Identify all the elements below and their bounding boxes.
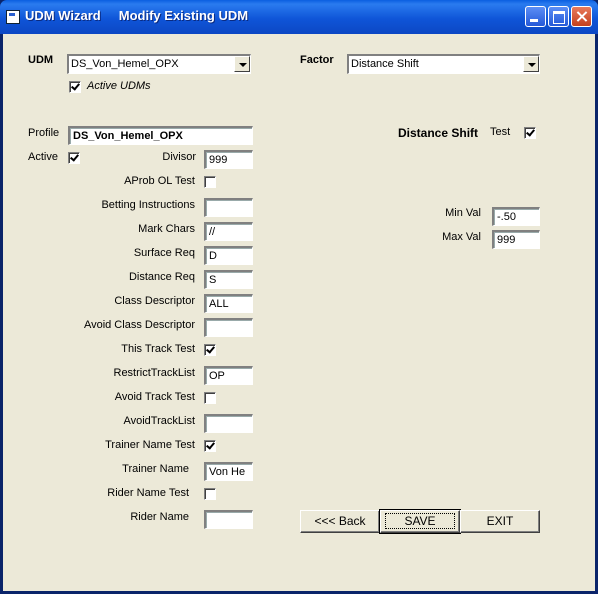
min-val-label: Min Val [445,207,481,219]
save-button[interactable]: SAVE [379,509,461,534]
aprob-ol-test-checkbox[interactable] [204,176,216,188]
rider-name-test-label: Rider Name Test [107,487,189,499]
active-label: Active [28,151,58,163]
factor-selected-value: Distance Shift [351,58,419,70]
back-button[interactable]: <<< Back [300,510,380,533]
factor-test-checkbox[interactable] [524,127,536,139]
avoid-track-list-label: AvoidTrackList [123,415,195,427]
title-bar[interactable]: UDM Wizard Modify Existing UDM [0,0,598,34]
rider-name-test-checkbox[interactable] [204,488,216,500]
min-val-input[interactable]: -.50 [492,207,540,226]
maximize-button[interactable] [548,6,569,27]
trainer-name-test-label: Trainer Name Test [105,439,195,451]
udm-selected-value: DS_Von_Hemel_OPX [71,58,179,70]
udm-label: UDM [28,54,54,66]
distance-req-input[interactable]: S [204,270,253,289]
restrict-track-list-input[interactable]: OP [204,366,253,385]
betting-instructions-label: Betting Instructions [101,199,195,211]
mark-chars-input[interactable]: // [204,222,253,241]
class-descriptor-label: Class Descriptor [114,295,195,307]
trainer-name-test-checkbox[interactable] [204,440,216,452]
minimize-button[interactable] [525,6,546,27]
trainer-name-label: Trainer Name [122,463,189,475]
trainer-name-input[interactable]: Von He [204,462,253,481]
divisor-label: Divisor [162,151,196,163]
profile-input[interactable]: DS_Von_Hemel_OPX [68,126,253,145]
rider-name-input[interactable] [204,510,253,529]
avoid-class-descriptor-input[interactable] [204,318,253,337]
exit-button[interactable]: EXIT [460,510,540,533]
chevron-down-icon[interactable] [523,56,539,72]
avoid-track-list-input[interactable] [204,414,253,433]
save-button-label: SAVE [385,513,455,529]
udm-wizard-window: UDM Wizard Modify Existing UDM UDM DS_Vo… [0,0,598,594]
avoid-track-test-checkbox[interactable] [204,392,216,404]
restrict-track-list-label: RestrictTrackList [113,367,196,379]
factor-select[interactable]: Distance Shift [347,54,540,74]
betting-instructions-input[interactable] [204,198,253,217]
aprob-ol-test-label: AProb OL Test [124,175,195,187]
app-icon[interactable] [6,10,20,24]
window-title: UDM Wizard Modify Existing UDM [25,8,249,23]
max-val-input[interactable]: 999 [492,230,540,249]
divisor-input[interactable]: 999 [204,150,253,169]
profile-label: Profile [28,127,60,139]
factor-heading: Distance Shift [398,126,479,140]
factor-label: Factor [300,54,334,66]
active-udms-checkbox[interactable] [69,81,81,93]
mark-chars-label: Mark Chars [138,223,195,235]
form-body: UDM DS_Von_Hemel_OPX Active UDMs Factor … [3,34,595,591]
rider-name-label: Rider Name [130,511,189,523]
surface-req-label: Surface Req [133,247,195,259]
active-checkbox[interactable] [68,152,80,164]
close-button[interactable] [571,6,592,27]
this-track-test-label: This Track Test [121,343,195,355]
avoid-track-test-label: Avoid Track Test [114,391,195,403]
max-val-label: Max Val [442,231,481,243]
distance-req-label: Distance Req [128,271,195,283]
class-descriptor-input[interactable]: ALL [204,294,253,313]
avoid-class-descriptor-label: Avoid Class Descriptor [83,319,195,331]
this-track-test-checkbox[interactable] [204,344,216,356]
surface-req-input[interactable]: D [204,246,253,265]
active-udms-label: Active UDMs [87,80,151,92]
factor-test-label: Test [490,126,511,138]
udm-select[interactable]: DS_Von_Hemel_OPX [67,54,251,74]
chevron-down-icon[interactable] [234,56,250,72]
